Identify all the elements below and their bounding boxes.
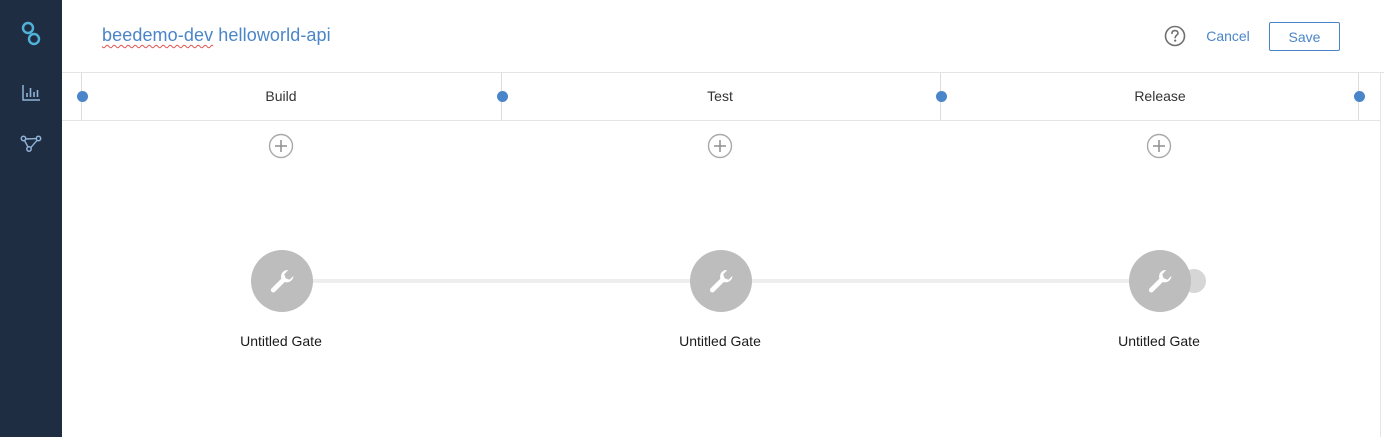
- stage-label-test[interactable]: Test: [620, 88, 820, 104]
- stage-label-build[interactable]: Build: [181, 88, 381, 104]
- title-name: helloworld-api: [218, 25, 331, 45]
- gate-connector: [751, 279, 1130, 283]
- gate-label-test[interactable]: Untitled Gate: [620, 333, 820, 349]
- header: beedemo-dev helloworld-api Cancel Save: [62, 0, 1384, 73]
- gate-node-test[interactable]: [690, 250, 752, 312]
- add-gate-button-test[interactable]: [707, 133, 733, 159]
- add-gate-button-build[interactable]: [268, 133, 294, 159]
- wrench-icon: [1148, 270, 1172, 293]
- sidebar: [0, 0, 62, 437]
- cancel-button[interactable]: Cancel: [1198, 22, 1258, 50]
- help-icon: [1164, 25, 1186, 47]
- stage-insert-dot[interactable]: [77, 91, 88, 102]
- gate-node-build[interactable]: [251, 250, 313, 312]
- gate-node-release[interactable]: [1129, 250, 1191, 312]
- logo-icon: [21, 21, 41, 46]
- gate-connector: [312, 279, 691, 283]
- plus-circle-icon: [707, 133, 733, 159]
- wrench-icon: [709, 270, 733, 293]
- stage-insert-dot[interactable]: [1354, 91, 1365, 102]
- add-gate-button-release[interactable]: [1146, 133, 1172, 159]
- app: beedemo-dev helloworld-api Cancel Save B…: [0, 0, 1384, 437]
- pipeline-icon: [20, 135, 42, 152]
- gate-label-build[interactable]: Untitled Gate: [181, 333, 381, 349]
- sidebar-item-pipelines[interactable]: [0, 121, 62, 165]
- stage-header-row: Build Test Release: [62, 73, 1380, 121]
- bar-chart-icon: [22, 85, 40, 101]
- stage-insert-dot[interactable]: [936, 91, 947, 102]
- stage-label-release[interactable]: Release: [1060, 88, 1260, 104]
- title-org: beedemo-dev: [102, 25, 214, 45]
- page-title[interactable]: beedemo-dev helloworld-api: [102, 25, 331, 46]
- save-button[interactable]: Save: [1269, 22, 1340, 51]
- help-button[interactable]: [1164, 25, 1186, 47]
- gate-label-release[interactable]: Untitled Gate: [1059, 333, 1259, 349]
- plus-circle-icon: [1146, 133, 1172, 159]
- sidebar-item-insights[interactable]: [0, 71, 62, 115]
- canvas-right-border: [1380, 73, 1381, 437]
- plus-circle-icon: [268, 133, 294, 159]
- wrench-icon: [270, 270, 294, 293]
- stage-insert-dot[interactable]: [497, 91, 508, 102]
- logo-button[interactable]: [0, 12, 62, 56]
